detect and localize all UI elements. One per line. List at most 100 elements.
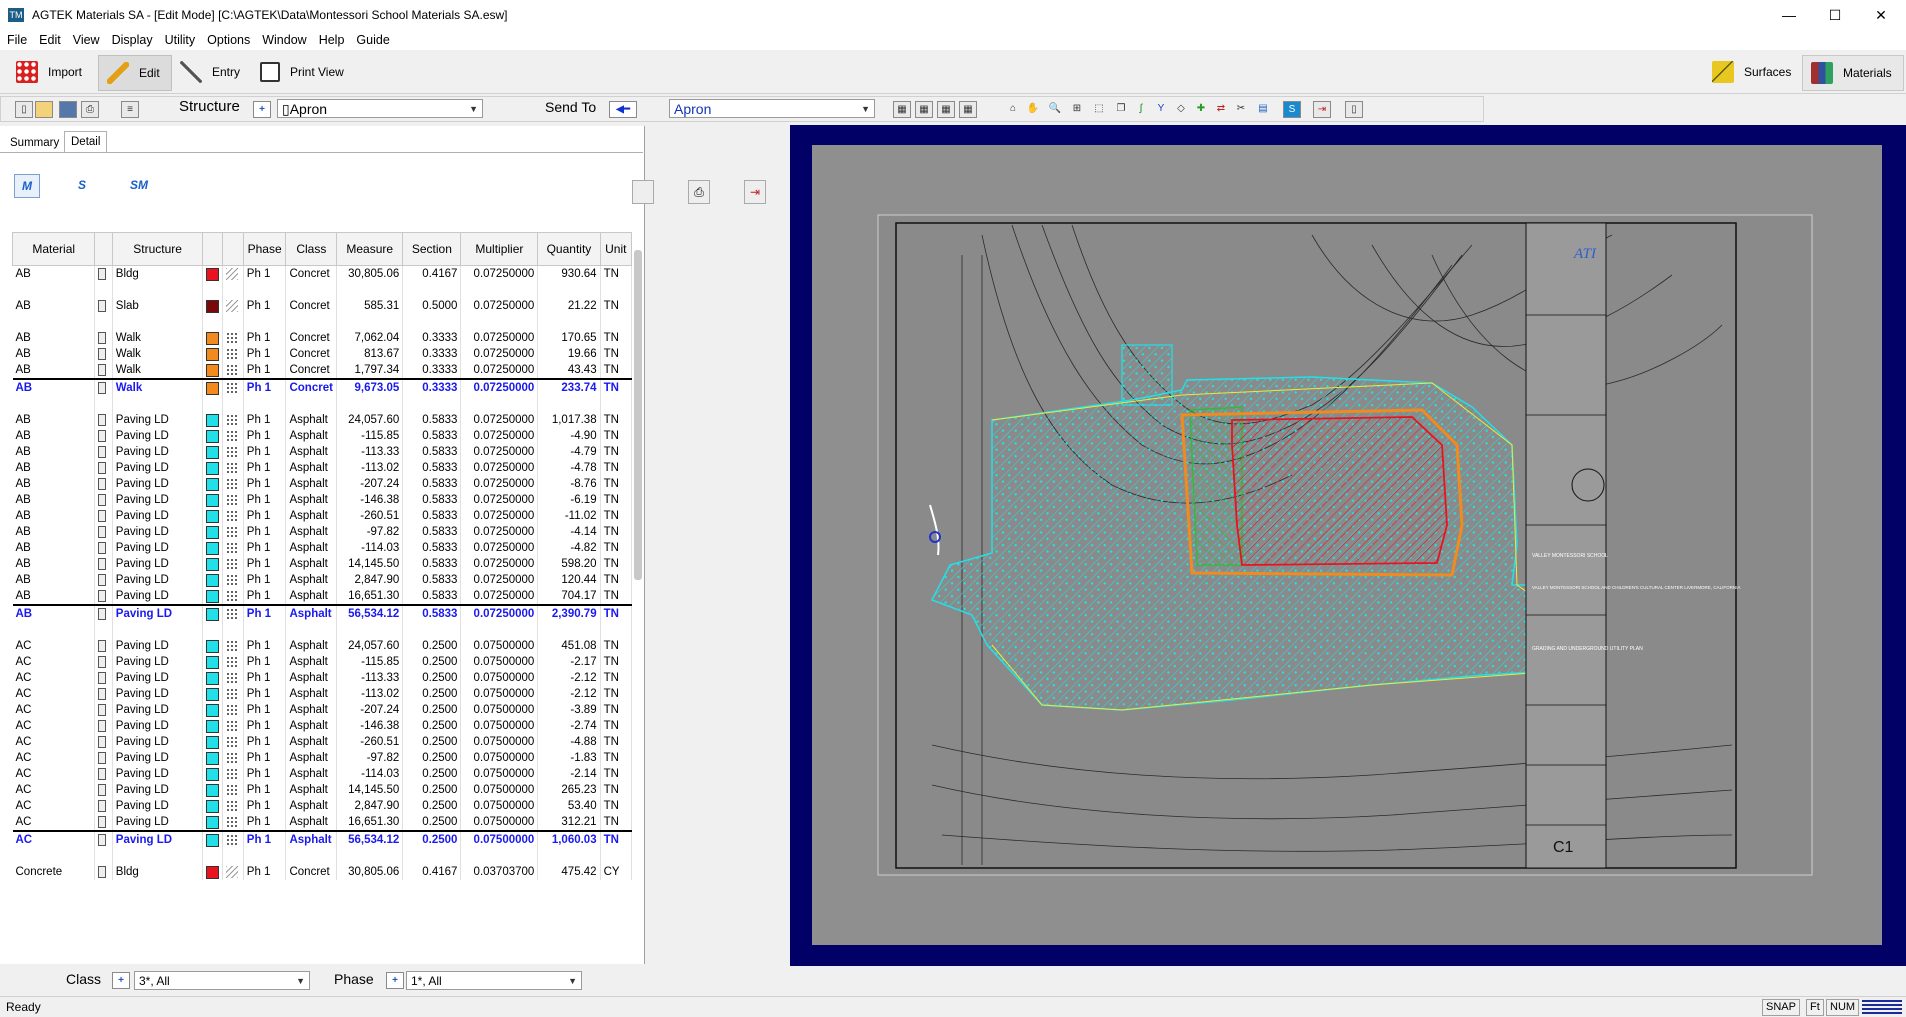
class-cell[interactable]: Concret — [285, 330, 338, 346]
unit-cell[interactable]: TN — [600, 428, 633, 444]
quantity-cell[interactable]: -2.74 — [537, 718, 601, 734]
menu-edit[interactable]: Edit — [32, 30, 66, 47]
col-section[interactable]: Section — [402, 232, 462, 266]
pattern-icon[interactable] — [222, 265, 244, 282]
class-cell[interactable]: Asphalt — [285, 798, 338, 814]
material-cell[interactable]: AC — [12, 750, 96, 766]
zoom-window-icon[interactable]: ⊞ — [1069, 101, 1085, 116]
section-cell[interactable]: 0.2500 — [402, 750, 462, 766]
unit-cell[interactable]: TN — [600, 540, 633, 556]
structure-doc-icon[interactable] — [94, 766, 113, 782]
add-structure-button[interactable]: + — [253, 101, 271, 118]
phase-cell[interactable]: Ph 1 — [243, 766, 287, 782]
measure-cell[interactable]: -115.85 — [336, 428, 404, 444]
tab-summary[interactable]: Summary — [4, 133, 65, 153]
structure-cell[interactable]: Paving LD — [112, 798, 204, 814]
close-button[interactable]: ✕ — [1858, 0, 1904, 30]
section-cell[interactable]: 0.2500 — [402, 718, 462, 734]
section-cell[interactable]: 0.2500 — [402, 782, 462, 798]
structure-doc-icon[interactable] — [94, 814, 113, 831]
exit-report-icon[interactable]: ⇥ — [744, 180, 766, 204]
structure-cell[interactable]: Paving LD — [112, 476, 204, 492]
pattern-icon[interactable] — [222, 330, 244, 346]
measure-cell[interactable]: -113.33 — [336, 670, 404, 686]
unit-cell[interactable]: TN — [600, 654, 633, 670]
resize-grip[interactable] — [1862, 1000, 1902, 1014]
color-swatch[interactable] — [202, 476, 224, 492]
quantity-cell[interactable]: -4.90 — [537, 428, 601, 444]
color-swatch[interactable] — [202, 444, 224, 460]
color-swatch[interactable] — [202, 686, 224, 702]
quantity-cell[interactable]: -2.12 — [537, 686, 601, 702]
phase-cell[interactable]: Ph 1 — [243, 654, 287, 670]
pattern-icon[interactable] — [222, 378, 244, 396]
color-swatch[interactable] — [202, 638, 224, 654]
section-cell[interactable]: 0.5833 — [402, 540, 462, 556]
zoom-icon[interactable]: 🔍 — [1047, 101, 1063, 116]
section-cell[interactable]: 0.4167 — [402, 864, 462, 880]
color-swatch[interactable] — [202, 670, 224, 686]
measure-cell[interactable]: 1,797.34 — [336, 362, 404, 379]
add-phase-button[interactable]: + — [386, 972, 404, 989]
pattern-icon[interactable] — [222, 766, 244, 782]
section-cell[interactable]: 0.5833 — [402, 444, 462, 460]
structure-cell[interactable]: Paving LD — [112, 654, 204, 670]
col-structure[interactable]: Structure — [111, 232, 204, 266]
class-cell[interactable]: Asphalt — [285, 412, 338, 428]
measure-cell[interactable]: -114.03 — [336, 766, 404, 782]
pattern-icon[interactable] — [222, 524, 244, 540]
phase-cell[interactable]: Ph 1 — [243, 444, 287, 460]
measure-cell[interactable]: -207.24 — [336, 702, 404, 718]
color-swatch[interactable] — [202, 864, 224, 880]
section-cell[interactable]: 0.2500 — [402, 830, 462, 848]
color-swatch[interactable] — [202, 508, 224, 524]
structure-doc-icon[interactable] — [94, 588, 113, 605]
class-cell[interactable]: Asphalt — [285, 460, 338, 476]
section-cell[interactable]: 0.5833 — [402, 604, 462, 622]
section-cell[interactable]: 0.5833 — [402, 476, 462, 492]
quantity-cell[interactable]: 2,390.79 — [537, 604, 601, 622]
multiplier-cell[interactable]: 0.07250000 — [460, 428, 539, 444]
col-class[interactable]: Class — [285, 232, 338, 266]
pattern-icon[interactable] — [222, 540, 244, 556]
select-icon[interactable]: ⬚ — [1091, 101, 1107, 116]
phase-cell[interactable]: Ph 1 — [243, 702, 287, 718]
multiplier-cell[interactable]: 0.07500000 — [460, 654, 539, 670]
structure-cell[interactable]: Paving LD — [112, 718, 204, 734]
color-swatch[interactable] — [202, 460, 224, 476]
color-swatch[interactable] — [202, 572, 224, 588]
phase-cell[interactable]: Ph 1 — [243, 362, 287, 379]
quantity-cell[interactable]: -2.17 — [537, 654, 601, 670]
table-row[interactable]: AC Paving LD Ph 1 Asphalt -113.02 0.2500 0.075… — [12, 686, 633, 702]
multiplier-cell[interactable]: 0.07250000 — [460, 330, 539, 346]
class-cell[interactable]: Concret — [285, 346, 338, 362]
print-icon[interactable]: ⎙ — [81, 101, 99, 118]
color-swatch[interactable] — [202, 782, 224, 798]
phase-cell[interactable]: Ph 1 — [243, 588, 287, 605]
unit-cell[interactable]: TN — [600, 556, 633, 572]
structure-dropdown[interactable]: ▯Apron ▼ — [277, 99, 483, 118]
table-row[interactable]: AC Paving LD Ph 1 Asphalt 16,651.30 0.2500 0.0… — [12, 814, 633, 831]
color-swatch[interactable] — [202, 524, 224, 540]
multiplier-cell[interactable]: 0.07250000 — [460, 540, 539, 556]
measure-cell[interactable]: 56,534.12 — [336, 604, 404, 622]
phase-cell[interactable]: Ph 1 — [243, 428, 287, 444]
table-row[interactable]: AC Paving LD Ph 1 Asphalt -146.38 0.2500 0.075… — [12, 718, 633, 734]
phase-cell[interactable]: Ph 1 — [243, 718, 287, 734]
phase-cell[interactable]: Ph 1 — [243, 378, 287, 396]
multiplier-cell[interactable]: 0.07500000 — [460, 702, 539, 718]
phase-cell[interactable]: Ph 1 — [243, 508, 287, 524]
structure-cell[interactable]: Paving LD — [112, 686, 204, 702]
class-cell[interactable]: Concret — [285, 864, 338, 880]
pattern-icon[interactable] — [222, 864, 244, 880]
multiplier-cell[interactable]: 0.07250000 — [460, 524, 539, 540]
view-icon-4[interactable]: ▦ — [959, 101, 977, 118]
section-cell[interactable]: 0.4167 — [402, 265, 462, 282]
section-cell[interactable]: 0.2500 — [402, 686, 462, 702]
home-icon[interactable]: ⌂ — [1005, 101, 1021, 116]
measure-cell[interactable]: 585.31 — [336, 298, 404, 314]
quantity-cell[interactable]: 120.44 — [537, 572, 601, 588]
unit-cell[interactable]: TN — [600, 766, 633, 782]
measure-cell[interactable]: 2,847.90 — [336, 572, 404, 588]
material-cell[interactable]: AC — [12, 814, 96, 831]
